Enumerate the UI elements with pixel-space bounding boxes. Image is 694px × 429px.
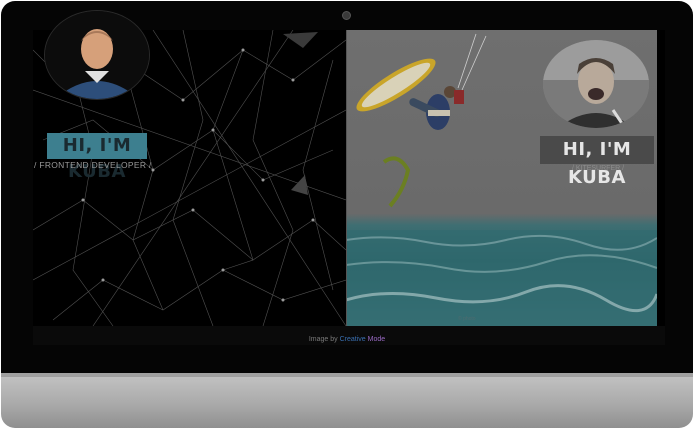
- monitor-mockup: © photo HI, I'M KUBA / FRONTEND DEVELOPE…: [0, 0, 694, 429]
- kitesurfer-title: HI, I'M KUBA: [540, 136, 654, 188]
- kitesurfer-subtitle: / KITESURFER /: [571, 165, 625, 172]
- credit-link[interactable]: Creative: [340, 336, 366, 343]
- chin-shadow: [1, 373, 693, 377]
- monitor-chin: [1, 373, 693, 428]
- kitesurfer-portrait: [543, 40, 649, 128]
- credit-suffix[interactable]: Mode: [368, 336, 386, 343]
- image-credit: Image by Creative Mode: [0, 336, 694, 343]
- svg-text:© photo: © photo: [458, 315, 476, 322]
- developer-title: HI, I'M KUBA: [47, 133, 147, 182]
- developer-subtitle: / FRONTEND DEVELOPER /: [34, 160, 152, 170]
- camera-icon: [342, 11, 351, 20]
- panel-divider: [346, 30, 347, 326]
- credit-prefix: Image by: [308, 336, 338, 343]
- kitesurfer-avatar: [543, 40, 649, 128]
- developer-portrait: [45, 11, 149, 99]
- developer-avatar: [44, 10, 150, 100]
